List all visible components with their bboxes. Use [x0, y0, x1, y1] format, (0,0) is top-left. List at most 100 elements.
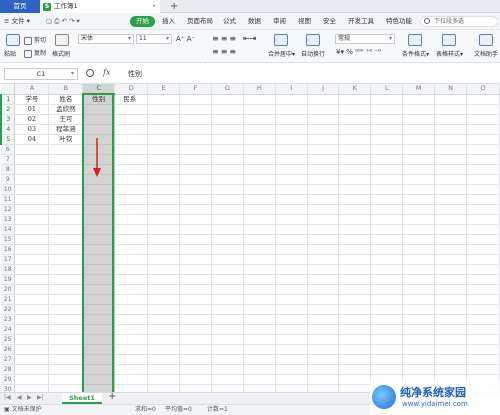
cell-f24[interactable] [179, 324, 212, 335]
cell-h3[interactable] [243, 114, 276, 125]
cell-h18[interactable] [243, 264, 276, 275]
cell-l4[interactable] [370, 124, 404, 135]
column-header-c[interactable]: C [82, 84, 116, 95]
cell-l22[interactable] [370, 304, 404, 315]
cell-e10[interactable] [147, 184, 181, 195]
row-header[interactable]: 27 [1, 354, 16, 365]
cell-a6[interactable] [14, 144, 50, 155]
row-header[interactable]: 29 [1, 374, 16, 385]
cell-n22[interactable] [434, 304, 467, 315]
cell-e7[interactable] [147, 154, 181, 165]
cell-l11[interactable] [370, 194, 404, 205]
cell-d30[interactable] [114, 384, 149, 392]
next-sheet-button[interactable]: ▶ [27, 394, 32, 401]
cell-g30[interactable] [211, 384, 244, 392]
cell-a26[interactable] [14, 344, 50, 355]
cell-d3[interactable] [114, 114, 149, 125]
cell-f15[interactable] [179, 234, 212, 245]
cell-g20[interactable] [211, 284, 244, 295]
column-header-m[interactable]: M [402, 84, 436, 95]
cell-c13[interactable] [82, 214, 116, 225]
cell-e26[interactable] [147, 344, 181, 355]
cell-i18[interactable] [275, 264, 308, 275]
row-header[interactable]: 10 [1, 184, 16, 195]
cell-m15[interactable] [402, 234, 436, 245]
cell-d16[interactable] [114, 244, 149, 255]
prev-sheet-button[interactable]: ◀ [17, 394, 22, 401]
cell-a8[interactable] [14, 164, 50, 175]
cell-e21[interactable] [147, 294, 181, 305]
cell-f23[interactable] [179, 314, 212, 325]
cell-k20[interactable] [338, 284, 372, 295]
cell-i23[interactable] [275, 314, 308, 325]
cell-n23[interactable] [434, 314, 467, 325]
cell-j6[interactable] [307, 144, 340, 155]
cell-n18[interactable] [434, 264, 467, 275]
cell-f26[interactable] [179, 344, 212, 355]
protect-status[interactable]: ▣ 文档未保护 [4, 405, 42, 415]
number-format-buttons[interactable]: ¥▾ % ⁰⁰⁰ ⁺⁰ ⁻⁰ [336, 48, 381, 56]
cell-k24[interactable] [338, 324, 372, 335]
cell-b29[interactable] [48, 374, 84, 385]
cell-n13[interactable] [434, 214, 467, 225]
menu-item-view[interactable]: 视图 [298, 13, 311, 30]
column-header-f[interactable]: F [179, 84, 212, 95]
cell-n21[interactable] [434, 294, 467, 305]
cell-m4[interactable] [402, 124, 436, 135]
tab-workbook[interactable]: S 工作簿1 • [40, 0, 160, 13]
cell-j22[interactable] [307, 304, 340, 315]
cell-h5[interactable] [243, 134, 276, 145]
cell-a2[interactable]: 01 [14, 104, 50, 115]
cell-l19[interactable] [370, 274, 404, 285]
cell-j10[interactable] [307, 184, 340, 195]
cell-b28[interactable] [48, 364, 84, 375]
cell-e9[interactable] [147, 174, 181, 185]
cell-o12[interactable] [466, 204, 500, 215]
cell-c10[interactable] [82, 184, 116, 195]
cell-i24[interactable] [275, 324, 308, 335]
cell-b10[interactable] [48, 184, 84, 195]
cell-g28[interactable] [211, 364, 244, 375]
cell-g21[interactable] [211, 294, 244, 305]
cell-e17[interactable] [147, 254, 181, 265]
cell-e29[interactable] [147, 374, 181, 385]
column-header-d[interactable]: D [114, 84, 149, 95]
cell-l26[interactable] [370, 344, 404, 355]
cell-d17[interactable] [114, 254, 149, 265]
cell-d4[interactable] [114, 124, 149, 135]
cell-l12[interactable] [370, 204, 404, 215]
file-menu[interactable]: ≡ 文件 ▾ [4, 13, 30, 30]
cell-f9[interactable] [179, 174, 212, 185]
cell-a12[interactable] [14, 204, 50, 215]
cell-k5[interactable] [338, 134, 372, 145]
cell-h6[interactable] [243, 144, 276, 155]
row-header[interactable]: 16 [1, 244, 16, 255]
cell-c11[interactable] [82, 194, 116, 205]
cell-l10[interactable] [370, 184, 404, 195]
cell-c15[interactable] [82, 234, 116, 245]
cell-i7[interactable] [275, 154, 308, 165]
cell-d14[interactable] [114, 224, 149, 235]
cell-f6[interactable] [179, 144, 212, 155]
cell-c21[interactable] [82, 294, 116, 305]
cell-b9[interactable] [48, 174, 84, 185]
cell-j13[interactable] [307, 214, 340, 225]
cell-i30[interactable] [275, 384, 308, 392]
cell-i1[interactable] [275, 94, 308, 105]
cell-c23[interactable] [82, 314, 116, 325]
cell-g10[interactable] [211, 184, 244, 195]
cell-a28[interactable] [14, 364, 50, 375]
cell-h13[interactable] [243, 214, 276, 225]
cell-b2[interactable]: 孟欣然 [48, 104, 84, 115]
cell-h16[interactable] [243, 244, 276, 255]
cell-f1[interactable] [179, 94, 212, 105]
row-header[interactable]: 8 [1, 164, 16, 175]
cell-h17[interactable] [243, 254, 276, 265]
cell-f11[interactable] [179, 194, 212, 205]
cell-i21[interactable] [275, 294, 308, 305]
quick-access-icons[interactable]: ▢ ⎙ ↶ ↷ ▾ [46, 13, 80, 30]
cell-l18[interactable] [370, 264, 404, 275]
table-style-button[interactable]: 表格样式▾ [436, 49, 463, 58]
cell-i4[interactable] [275, 124, 308, 135]
row-header[interactable]: 28 [1, 364, 16, 375]
